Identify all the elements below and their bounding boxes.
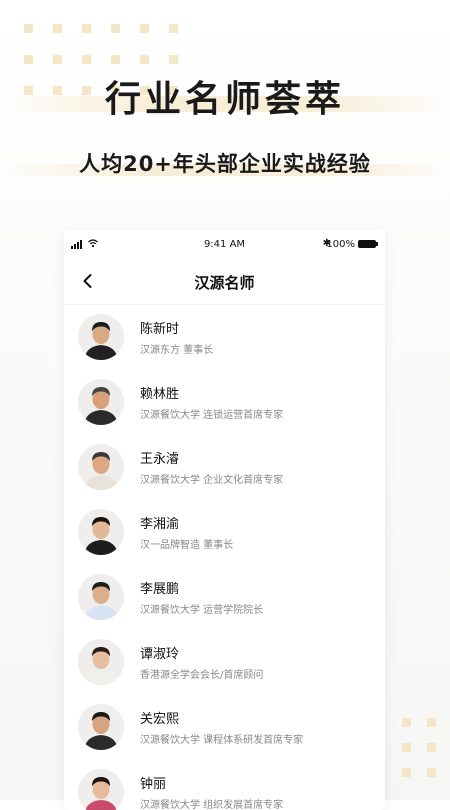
- teacher-row[interactable]: 赖林胜汉源餐饮大学 连锁运营首席专家: [64, 370, 385, 435]
- teacher-role: 汉一品牌智造 董事长: [140, 540, 234, 551]
- battery-icon: [358, 240, 378, 248]
- teacher-avatar: [78, 379, 124, 425]
- teacher-name: 关宏熙: [140, 712, 180, 727]
- teacher-row[interactable]: 钟丽汉源餐饮大学 组织发展首席专家: [64, 760, 385, 810]
- teacher-name: 王永濬: [140, 452, 180, 467]
- navigation-bar: 汉源名师: [64, 260, 385, 305]
- teacher-avatar: [78, 444, 124, 490]
- decorative-dots-bottom-right: [402, 718, 436, 777]
- teacher-row[interactable]: 王永濬汉源餐饮大学 企业文化首席专家: [64, 435, 385, 500]
- teacher-avatar: [78, 314, 124, 360]
- teacher-name: 李展鹏: [140, 582, 180, 597]
- teacher-role: 汉源餐饮大学 课程体系研发首席专家: [140, 735, 304, 746]
- teacher-avatar: [78, 574, 124, 620]
- teacher-row[interactable]: 陈新时汉源东方 董事长: [64, 305, 385, 370]
- teacher-list: 陈新时汉源东方 董事长赖林胜汉源餐饮大学 连锁运营首席专家王永濬汉源餐饮大学 企…: [64, 305, 385, 810]
- promo-subline: 人均20+年头部企业实战经验: [79, 152, 371, 176]
- teacher-avatar: [78, 639, 124, 685]
- teacher-row[interactable]: 谭淑玲香港源全学会会长/首席顾问: [64, 630, 385, 695]
- teacher-role: 汉源餐饮大学 连锁运营首席专家: [140, 410, 284, 421]
- teacher-name: 陈新时: [140, 322, 180, 337]
- teacher-role: 汉源东方 董事长: [140, 345, 214, 356]
- promo-headline: 行业名师荟萃: [104, 79, 345, 120]
- teacher-avatar: [78, 509, 124, 555]
- teacher-name: 李湘渝: [140, 517, 180, 532]
- teacher-row[interactable]: 李展鹏汉源餐饮大学 运营学院院长: [64, 565, 385, 630]
- phone-mockup: 9:41 AM ✱ 100% 汉源名师 陈新时汉源东方 董事长赖林胜汉源餐饮大学…: [64, 230, 385, 810]
- teacher-name: 赖林胜: [140, 387, 180, 402]
- teacher-role: 汉源餐饮大学 组织发展首席专家: [140, 800, 284, 810]
- page-title: 汉源名师: [194, 274, 255, 292]
- teacher-role: 汉源餐饮大学 企业文化首席专家: [140, 475, 284, 486]
- teacher-role: 香港源全学会会长/首席顾问: [140, 670, 264, 681]
- teacher-name: 钟丽: [140, 777, 167, 792]
- battery-percent: 100%: [326, 239, 355, 250]
- teacher-role: 汉源餐饮大学 运营学院院长: [140, 605, 264, 616]
- status-bar: 9:41 AM ✱ 100%: [64, 230, 385, 260]
- teacher-row[interactable]: 李湘渝汉一品牌智造 董事长: [64, 500, 385, 565]
- teacher-name: 谭淑玲: [140, 647, 180, 662]
- teacher-avatar: [78, 769, 124, 810]
- teacher-avatar: [78, 704, 124, 750]
- teacher-row[interactable]: 关宏熙汉源餐饮大学 课程体系研发首席专家: [64, 695, 385, 760]
